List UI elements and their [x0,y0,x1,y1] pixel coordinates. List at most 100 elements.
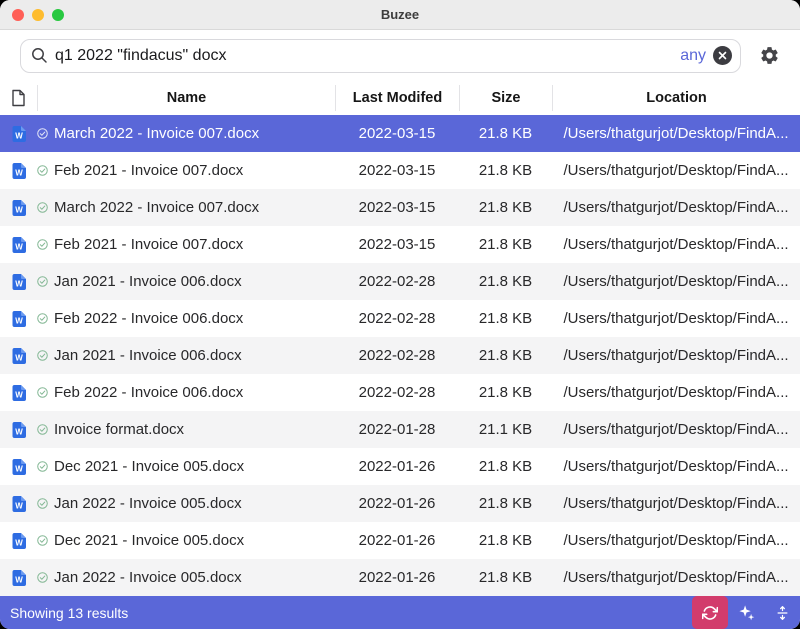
file-size-cell: 21.8 KB [459,162,552,179]
word-file-icon: W [12,422,26,438]
svg-text:W: W [15,131,23,140]
search-box[interactable]: any [20,39,741,73]
file-name-cell: Jan 2021 - Invoice 006.docx [37,273,335,290]
file-size-cell: 21.8 KB [459,532,552,549]
settings-button[interactable] [759,45,780,66]
column-header-location[interactable]: Location [552,85,800,111]
column-header-size[interactable]: Size [459,85,552,111]
expand-vertical-icon [775,605,790,621]
svg-text:W: W [15,427,23,436]
table-row[interactable]: W Feb 2022 - Invoice 006.docx 2022-02-28… [0,300,800,337]
table-row[interactable]: W Feb 2022 - Invoice 006.docx 2022-02-28… [0,374,800,411]
svg-text:W: W [15,279,23,288]
file-name-cell: Dec 2021 - Invoice 005.docx [37,458,335,475]
svg-text:W: W [15,538,23,547]
word-file-icon: W [12,385,26,401]
modified-date-cell: 2022-02-28 [335,310,459,327]
file-size-cell: 21.8 KB [459,495,552,512]
modified-date-cell: 2022-02-28 [335,273,459,290]
word-file-icon: W [12,348,26,364]
app-window: Buzee any [0,0,800,629]
expand-rows-button[interactable] [764,596,800,629]
table-row[interactable]: W Jan 2021 - Invoice 006.docx 2022-02-28… [0,337,800,374]
table-row[interactable]: W Dec 2021 - Invoice 005.docx 2022-01-26… [0,448,800,485]
location-cell: /Users/thatgurjot/Desktop/FindA... [552,532,800,549]
clear-search-icon[interactable] [713,46,732,65]
file-name-cell: Feb 2022 - Invoice 006.docx [37,384,335,401]
check-circle-icon [37,387,48,398]
window-title: Buzee [0,7,800,22]
modified-date-cell: 2022-01-26 [335,495,459,512]
table-row[interactable]: W Jan 2022 - Invoice 005.docx 2022-01-26… [0,559,800,596]
check-circle-icon [37,350,48,361]
check-circle-icon [37,239,48,250]
file-type-cell: W [0,533,37,549]
svg-text:W: W [15,390,23,399]
check-circle-icon [37,165,48,176]
refresh-icon [702,605,718,621]
svg-text:W: W [15,353,23,362]
word-file-icon: W [12,533,26,549]
table-row[interactable]: W Jan 2021 - Invoice 006.docx 2022-02-28… [0,263,800,300]
file-size-cell: 21.8 KB [459,310,552,327]
word-file-icon: W [12,163,26,179]
table-row[interactable]: W Feb 2021 - Invoice 007.docx 2022-03-15… [0,152,800,189]
table-row[interactable]: W Feb 2021 - Invoice 007.docx 2022-03-15… [0,226,800,263]
svg-text:W: W [15,575,23,584]
table-row[interactable]: W March 2022 - Invoice 007.docx 2022-03-… [0,115,800,152]
column-header-name[interactable]: Name [37,85,335,111]
file-size-cell: 21.8 KB [459,384,552,401]
modified-date-cell: 2022-03-15 [335,125,459,142]
refresh-button[interactable] [692,596,728,629]
table-row[interactable]: W March 2022 - Invoice 007.docx 2022-03-… [0,189,800,226]
file-name: Feb 2022 - Invoice 006.docx [54,310,243,327]
ai-assist-button[interactable] [728,596,764,629]
column-header-modified[interactable]: Last Modifed [335,85,459,111]
file-name: Jan 2021 - Invoice 006.docx [54,347,242,364]
word-file-icon: W [12,496,26,512]
file-name: Invoice format.docx [54,421,184,438]
table-header: Name Last Modifed Size Location [0,81,800,115]
file-name-cell: Jan 2021 - Invoice 006.docx [37,347,335,364]
location-cell: /Users/thatgurjot/Desktop/FindA... [552,199,800,216]
file-name: Dec 2021 - Invoice 005.docx [54,458,244,475]
svg-text:W: W [15,205,23,214]
file-name: March 2022 - Invoice 007.docx [54,199,259,216]
modified-date-cell: 2022-01-28 [335,421,459,438]
location-cell: /Users/thatgurjot/Desktop/FindA... [552,273,800,290]
word-file-icon: W [12,459,26,475]
check-circle-icon [37,202,48,213]
check-circle-icon [37,461,48,472]
check-circle-icon [37,128,48,139]
modified-date-cell: 2022-02-28 [335,384,459,401]
table-row[interactable]: W Invoice format.docx 2022-01-28 21.1 KB… [0,411,800,448]
location-cell: /Users/thatgurjot/Desktop/FindA... [552,236,800,253]
file-size-cell: 21.8 KB [459,273,552,290]
table-row[interactable]: W Dec 2021 - Invoice 005.docx 2022-01-26… [0,522,800,559]
file-size-cell: 21.8 KB [459,347,552,364]
word-file-icon: W [12,126,26,142]
search-input[interactable] [55,47,680,65]
file-name-cell: Feb 2021 - Invoice 007.docx [37,236,335,253]
modified-date-cell: 2022-03-15 [335,236,459,253]
check-circle-icon [37,424,48,435]
word-file-icon: W [12,570,26,586]
sparkles-icon [738,604,755,621]
file-type-cell: W [0,274,37,290]
column-header-file-type[interactable] [0,85,37,111]
file-name-cell: Jan 2022 - Invoice 005.docx [37,569,335,586]
search-scope-chip[interactable]: any [680,47,706,65]
table-row[interactable]: W Jan 2022 - Invoice 005.docx 2022-01-26… [0,485,800,522]
file-name-cell: March 2022 - Invoice 007.docx [37,199,335,216]
file-name-cell: March 2022 - Invoice 007.docx [37,125,335,142]
search-area: any [0,30,800,81]
location-cell: /Users/thatgurjot/Desktop/FindA... [552,125,800,142]
status-bar: Showing 13 results [0,596,800,629]
file-size-cell: 21.8 KB [459,458,552,475]
file-name: Feb 2022 - Invoice 006.docx [54,384,243,401]
file-type-cell: W [0,422,37,438]
file-name: Jan 2021 - Invoice 006.docx [54,273,242,290]
modified-date-cell: 2022-03-15 [335,162,459,179]
file-type-cell: W [0,126,37,142]
location-cell: /Users/thatgurjot/Desktop/FindA... [552,421,800,438]
